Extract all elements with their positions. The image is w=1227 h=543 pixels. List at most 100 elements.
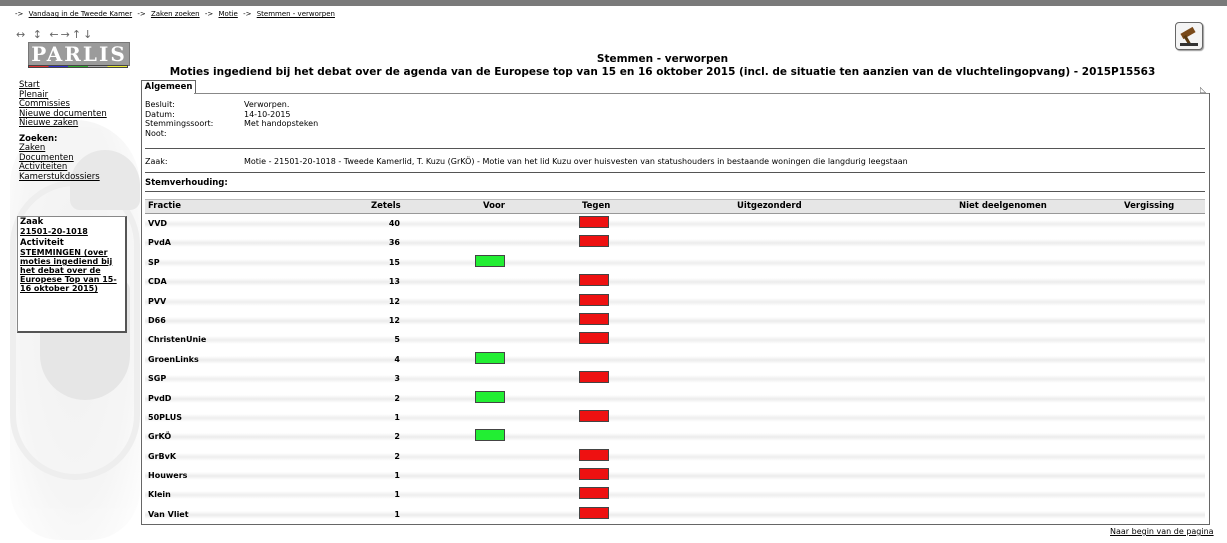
tab-algemeen[interactable]: Algemeen xyxy=(141,80,196,94)
voor-vote-bar xyxy=(475,390,505,403)
page-title: Stemmen - verworpen xyxy=(596,53,729,65)
row-stripe xyxy=(145,375,1205,384)
row-stripe xyxy=(145,239,1205,248)
vote-table: Fractie Zetels Voor Tegen Uitgezonderd N… xyxy=(145,199,1205,524)
row-stripe xyxy=(145,413,1205,422)
row-stripe xyxy=(145,336,1205,345)
fractie-cell: SGP xyxy=(148,374,167,384)
row-stripe xyxy=(145,394,1205,403)
table-row: Houwers 1 xyxy=(145,466,1205,485)
table-row: SP 15 xyxy=(145,253,1205,272)
besluit-label: Besluit: xyxy=(145,100,175,109)
logo-text: PARLIS xyxy=(28,42,130,66)
table-row: SGP 3 xyxy=(145,369,1205,388)
stemmingssoort-label: Stemmingssoort: xyxy=(145,119,214,128)
fractie-cell: GroenLinks xyxy=(148,354,199,364)
search-kamerstukdossiers[interactable]: Kamerstukdossiers xyxy=(19,172,129,183)
top-border xyxy=(0,0,1227,6)
row-stripe xyxy=(145,510,1205,519)
fractie-cell: SP xyxy=(148,257,160,267)
tegen-vote-bar xyxy=(579,216,609,228)
stemmingssoort-value: Met handopsteken xyxy=(244,119,319,128)
table-row: PvdA 36 xyxy=(145,233,1205,252)
table-header: Fractie Zetels Voor Tegen Uitgezonderd N… xyxy=(145,199,1205,214)
tegen-vote-bar xyxy=(579,487,609,500)
noot-label: Noot: xyxy=(145,128,167,138)
row-stripe xyxy=(145,297,1205,306)
col-uitgezonderd: Uitgezonderd xyxy=(737,201,802,211)
breadcrumb-arrow: -> xyxy=(204,10,214,18)
zetels-cell: 2 xyxy=(394,451,400,461)
row-stripe xyxy=(145,355,1205,364)
fractie-cell: D66 xyxy=(148,315,166,325)
zetels-cell: 40 xyxy=(388,219,400,228)
table-row: Klein 1 xyxy=(145,485,1205,504)
tegen-vote-bar xyxy=(579,274,609,287)
table-row: 50PLUS 1 xyxy=(145,408,1205,427)
zetels-cell: 15 xyxy=(388,257,400,267)
table-row: GrBvK 2 xyxy=(145,447,1205,466)
breadcrumb-vandaag[interactable]: Vandaag in de Tweede Kamer xyxy=(29,10,132,18)
row-stripe xyxy=(145,278,1205,287)
zetels-cell: 1 xyxy=(394,490,400,500)
tegen-vote-bar xyxy=(579,312,609,325)
table-row: PvdD 2 xyxy=(145,389,1205,408)
table-row: PVV 12 xyxy=(145,292,1205,311)
zetels-cell: 5 xyxy=(394,335,400,345)
row-stripe xyxy=(145,316,1205,325)
row-stripe xyxy=(145,433,1205,442)
zetels-cell: 36 xyxy=(388,238,400,248)
zaak-value: Motie - 21501-20-1018 - Tweede Kamerlid,… xyxy=(244,157,908,166)
zetels-cell: 3 xyxy=(394,374,400,384)
table-row: GrKÖ 2 xyxy=(145,427,1205,446)
gavel-base xyxy=(1180,43,1198,46)
zaak-link[interactable]: 21501-20-1018 xyxy=(20,227,123,236)
fractie-cell: PvdD xyxy=(148,393,172,403)
fractie-cell: ChristenUnie xyxy=(148,335,207,345)
breadcrumb-zaken-zoeken[interactable]: Zaken zoeken xyxy=(151,10,200,18)
col-niet-deelgenomen: Niet deelgenomen xyxy=(959,201,1047,211)
row-stripe xyxy=(145,220,1205,228)
datum-value: 14-10-2015 xyxy=(244,109,291,119)
breadcrumb-motie[interactable]: Motie xyxy=(219,10,238,18)
row-stripe xyxy=(145,258,1205,267)
fractie-cell: PvdA xyxy=(148,238,171,248)
breadcrumb-stemmen[interactable]: Stemmen - verworpen xyxy=(257,10,335,18)
tegen-vote-bar xyxy=(579,235,609,248)
zetels-cell: 12 xyxy=(388,315,400,325)
parlis-logo[interactable]: ↔ ↕ ←→↑↓ PARLIS xyxy=(16,28,131,70)
gavel-icon[interactable] xyxy=(1175,22,1203,50)
zetels-cell: 1 xyxy=(394,412,400,422)
voor-vote-bar xyxy=(475,429,505,442)
table-row: GroenLinks 4 xyxy=(145,350,1205,369)
vote-info: Besluit: Verworpen. Datum: 14-10-2015 Stem… xyxy=(145,100,318,138)
fractie-cell: PVV xyxy=(148,296,167,306)
tegen-vote-bar xyxy=(579,409,609,422)
fractie-cell: Klein xyxy=(148,490,171,500)
row-stripe xyxy=(145,491,1205,500)
breadcrumb-arrow: -> xyxy=(15,10,24,18)
row-stripe xyxy=(145,452,1205,461)
zetels-cell: 2 xyxy=(394,432,400,442)
besluit-value: Verworpen. xyxy=(244,100,290,109)
fractie-cell: CDA xyxy=(148,277,167,287)
fractie-cell: VVD xyxy=(148,219,168,228)
zetels-cell: 4 xyxy=(394,354,400,364)
col-voor: Voor xyxy=(483,201,505,211)
tegen-vote-bar xyxy=(579,468,609,481)
zetels-cell: 1 xyxy=(394,471,400,481)
fractie-cell: GrBvK xyxy=(148,451,177,461)
nav-nieuwe-zaken[interactable]: Nieuwe zaken xyxy=(19,118,129,129)
zaak-info-box: Zaak 21501-20-1018 Activiteit STEMMINGEN… xyxy=(17,216,127,333)
activiteit-link[interactable]: STEMMINGEN (over moties ingediend bij he… xyxy=(20,248,123,293)
page-subtitle: Moties ingediend bij het debat over de a… xyxy=(169,66,1156,78)
col-fractie: Fractie xyxy=(148,201,181,211)
tegen-vote-bar xyxy=(579,293,609,306)
zaak-label: Zaak: xyxy=(145,157,168,166)
tegen-vote-bar xyxy=(579,371,609,384)
breadcrumb: -> Vandaag in de Tweede Kamer -> Zaken z… xyxy=(12,10,335,18)
divider xyxy=(145,191,1205,192)
back-to-top-link[interactable]: Naar begin van de pagina xyxy=(1110,527,1214,536)
fractie-cell: Houwers xyxy=(148,471,188,481)
zetels-cell: 2 xyxy=(394,393,400,403)
